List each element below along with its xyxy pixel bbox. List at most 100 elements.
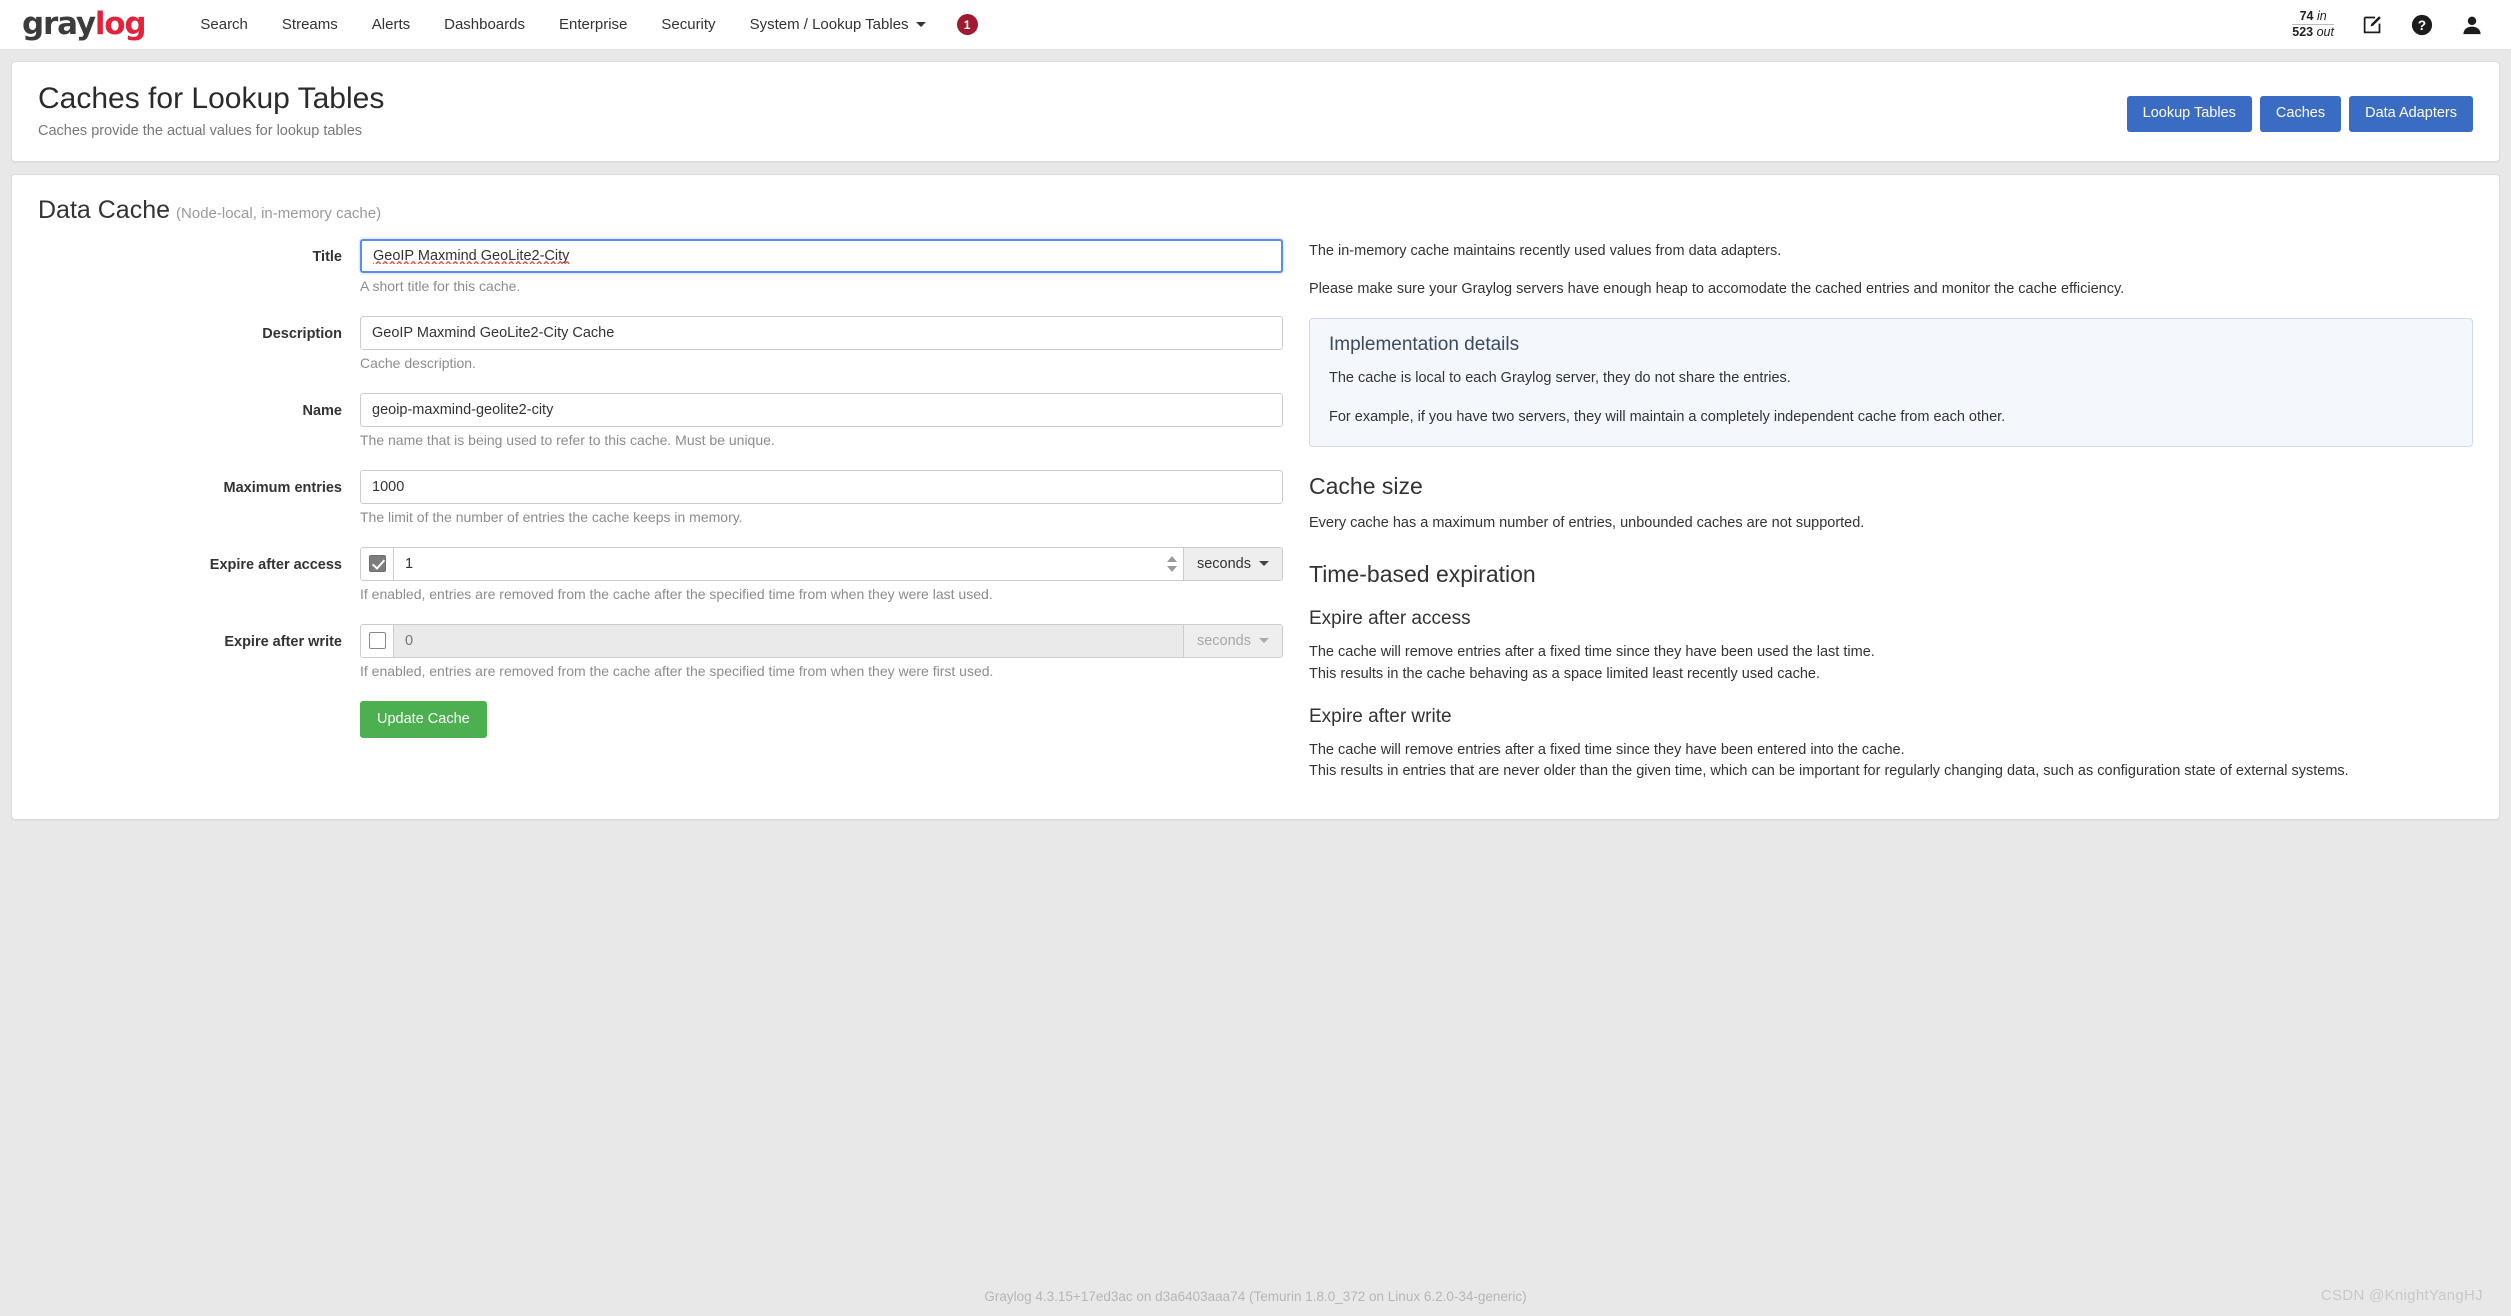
expire-after-access-label: Expire after access bbox=[209, 556, 342, 573]
expire-after-write-doc-line-1: The cache will remove entries after a fi… bbox=[1309, 741, 1905, 758]
chevron-down-icon bbox=[915, 22, 926, 28]
description-label: Description bbox=[262, 325, 342, 342]
svg-text:?: ? bbox=[2418, 18, 2426, 33]
logo-text-log: log bbox=[94, 6, 147, 42]
expire-after-write-heading: Expire after write bbox=[1309, 705, 1452, 727]
throughput-out-value: 523 bbox=[2292, 25, 2314, 39]
data-adapters-button[interactable]: Data Adapters bbox=[2349, 96, 2473, 132]
section-heading-title: Data Cache bbox=[38, 195, 171, 224]
data-cache-card: Data Cache (Node-local, in-memory cache) … bbox=[11, 173, 2500, 821]
expire-after-access-help: If enabled, entries are removed from the… bbox=[360, 585, 993, 602]
cache-size-heading: Cache size bbox=[1309, 472, 1423, 499]
nav-item-streams[interactable]: Streams bbox=[265, 0, 355, 50]
expire-after-write-unit-label: seconds bbox=[1196, 632, 1251, 649]
section-heading: Data Cache (Node-local, in-memory cache) bbox=[38, 195, 2473, 225]
update-cache-button[interactable]: Update Cache bbox=[360, 700, 487, 738]
notification-badge[interactable]: 1 bbox=[956, 14, 978, 35]
expire-after-write-unit-dropdown: seconds bbox=[1182, 624, 1282, 657]
expire-after-write-checkbox-wrap bbox=[361, 624, 394, 657]
max-entries-input[interactable] bbox=[360, 469, 1283, 504]
field-row-expire-after-access: Expire after access 1 seconds If enabled… bbox=[38, 546, 1283, 616]
submit-spacer bbox=[38, 701, 360, 739]
expire-after-access-checkbox[interactable] bbox=[368, 555, 386, 572]
title-label: Title bbox=[312, 248, 342, 265]
top-navbar: gray log Search Streams Alerts Dashboards… bbox=[0, 0, 2511, 50]
expire-after-write-help: If enabled, entries are removed from the… bbox=[360, 662, 994, 679]
name-label: Name bbox=[302, 402, 343, 419]
nav-item-system-lookup-tables[interactable]: System / Lookup Tables bbox=[733, 0, 943, 50]
page-subtitle: Caches provide the actual values for loo… bbox=[38, 122, 363, 139]
expire-after-access-stepper[interactable] bbox=[1160, 547, 1183, 580]
throughput-out-label: out bbox=[2316, 25, 2334, 39]
chevron-down-icon bbox=[1259, 638, 1269, 643]
doc-intro-2: Please make sure your Graylog servers ha… bbox=[1309, 281, 2125, 298]
implementation-details-title: Implementation details bbox=[1329, 334, 1520, 355]
expire-after-access-checkbox-wrap bbox=[361, 547, 394, 580]
expire-after-access-unit-label: seconds bbox=[1196, 555, 1251, 572]
caches-button[interactable]: Caches bbox=[2259, 96, 2342, 132]
stepper-up-icon[interactable] bbox=[1166, 555, 1177, 562]
navbar-right: 74 in 523 out ? bbox=[2292, 9, 2489, 40]
user-icon[interactable] bbox=[2461, 14, 2483, 36]
section-heading-note: (Node-local, in-memory cache) bbox=[176, 204, 382, 222]
page-header-text: Caches for Lookup Tables Caches provide … bbox=[38, 82, 384, 139]
stepper-down-icon[interactable] bbox=[1166, 565, 1177, 572]
expire-after-access-doc-line-2: This results in the cache behaving as a … bbox=[1309, 665, 1820, 682]
doc-intro-1: The in-memory cache maintains recently u… bbox=[1309, 242, 1782, 259]
graylog-logo[interactable]: gray log bbox=[22, 6, 147, 42]
logo-text-gray: gray bbox=[22, 6, 96, 42]
time-based-expiration-heading: Time-based expiration bbox=[1309, 560, 1536, 587]
name-help: The name that is being used to refer to … bbox=[360, 431, 775, 448]
max-entries-label: Maximum entries bbox=[223, 479, 342, 496]
implementation-details-panel: Implementation details The cache is loca… bbox=[1309, 318, 2473, 447]
description-input[interactable] bbox=[360, 315, 1283, 350]
form-submit-row: Update Cache bbox=[38, 700, 1283, 739]
help-icon[interactable]: ? bbox=[2411, 14, 2433, 36]
nav-links: Search Streams Alerts Dashboards Enterpr… bbox=[183, 0, 978, 50]
field-row-expire-after-write: Expire after write seconds If enabled, e… bbox=[38, 623, 1283, 693]
cache-form: Title A short title for this cache. Desc… bbox=[38, 238, 1283, 784]
description-help: Cache description. bbox=[360, 354, 476, 371]
lookup-tables-button[interactable]: Lookup Tables bbox=[2126, 96, 2252, 132]
expire-after-write-input bbox=[394, 624, 1183, 657]
nav-item-search[interactable]: Search bbox=[183, 0, 265, 50]
page-header-card: Caches for Lookup Tables Caches provide … bbox=[11, 61, 2500, 162]
implementation-details-line-1: The cache is local to each Graylog serve… bbox=[1329, 370, 1791, 386]
expire-after-write-group: seconds bbox=[360, 623, 1283, 658]
throughput-indicator[interactable]: 74 in 523 out bbox=[2292, 9, 2334, 40]
field-row-name: Name The name that is being used to refe… bbox=[38, 392, 1283, 462]
expire-after-access-heading: Expire after access bbox=[1309, 608, 1471, 630]
throughput-in-value: 74 bbox=[2299, 9, 2314, 23]
page-container: Caches for Lookup Tables Caches provide … bbox=[0, 50, 2511, 821]
nav-item-system-label: System / Lookup Tables bbox=[749, 15, 909, 33]
expire-after-access-group: seconds bbox=[360, 546, 1283, 581]
chevron-down-icon bbox=[1259, 561, 1269, 566]
documentation-panel: The in-memory cache maintains recently u… bbox=[1283, 239, 2473, 784]
nav-item-alerts[interactable]: Alerts bbox=[355, 0, 427, 50]
expire-after-access-doc-line-1: The cache will remove entries after a fi… bbox=[1309, 644, 1875, 661]
two-column-layout: Title A short title for this cache. Desc… bbox=[38, 238, 2473, 784]
field-row-description: Description Cache description. bbox=[38, 315, 1283, 385]
name-input[interactable] bbox=[360, 392, 1283, 427]
edit-icon[interactable] bbox=[2362, 14, 2383, 35]
nav-item-security[interactable]: Security bbox=[644, 0, 732, 50]
page-title: Caches for Lookup Tables bbox=[38, 82, 385, 115]
cache-size-text: Every cache has a maximum number of entr… bbox=[1309, 515, 1865, 532]
implementation-details-line-2: For example, if you have two servers, th… bbox=[1329, 408, 2006, 425]
expire-after-write-doc-line-2: This results in entries that are never o… bbox=[1309, 763, 2349, 780]
max-entries-help: The limit of the number of entries the c… bbox=[360, 508, 743, 525]
title-input[interactable] bbox=[360, 238, 1283, 273]
watermark: CSDN @KnightYangHJ bbox=[2320, 1287, 2483, 1304]
field-row-title: Title A short title for this cache. bbox=[38, 238, 1283, 308]
expire-after-access-input[interactable] bbox=[394, 547, 1161, 580]
page-footer: Graylog 4.3.15+17ed3ac on d3a6403aaa74 (… bbox=[984, 1289, 1527, 1304]
field-row-max-entries: Maximum entries The limit of the number … bbox=[38, 469, 1283, 539]
expire-after-write-label: Expire after write bbox=[224, 633, 342, 650]
header-action-buttons: Lookup Tables Caches Data Adapters bbox=[2126, 82, 2473, 132]
throughput-in-label: in bbox=[2316, 9, 2327, 23]
nav-item-enterprise[interactable]: Enterprise bbox=[542, 0, 644, 50]
title-help: A short title for this cache. bbox=[360, 277, 521, 294]
expire-after-access-unit-dropdown[interactable]: seconds bbox=[1182, 547, 1282, 580]
expire-after-write-checkbox[interactable] bbox=[368, 632, 386, 649]
nav-item-dashboards[interactable]: Dashboards bbox=[427, 0, 542, 50]
